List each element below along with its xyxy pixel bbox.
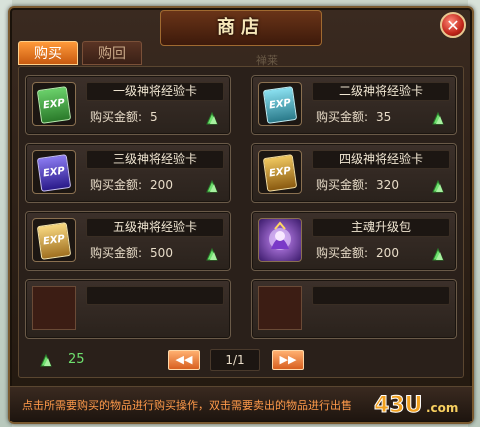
empty-card-2[interactable] <box>251 279 457 339</box>
price-value: 320 <box>376 178 399 192</box>
empty-name-field <box>312 286 450 305</box>
jade-gem-icon <box>40 353 52 367</box>
hint-bar: 点击所需要购买的物品进行购买操作，双击需要卖出的物品进行出售 43U .com <box>10 386 472 421</box>
jade-gem-icon <box>432 111 444 125</box>
price-label: 购买金额: 5 <box>90 110 158 124</box>
jade-gem-icon <box>206 179 218 193</box>
item-name: 三级神将经验卡 <box>86 150 224 169</box>
price-label: 购买金额: 200 <box>316 246 399 260</box>
item-grid-panel: EXP 一级神将经验卡 购买金额: 5 EXP 二级神将经验卡 购买金额: 35 E… <box>18 66 464 378</box>
item-card-1[interactable]: EXP 一级神将经验卡 购买金额: 5 <box>25 75 231 135</box>
item-card-5[interactable]: EXP 五级神将经验卡 购买金额: 500 <box>25 211 231 271</box>
exp-card-purple-icon: EXP <box>32 150 76 194</box>
price-label: 购买金额: 35 <box>316 110 392 124</box>
jade-gem-icon <box>206 111 218 125</box>
item-name: 一级神将经验卡 <box>86 82 224 101</box>
price-value: 35 <box>376 110 392 124</box>
shop-window: 商店 ✕ 购买 购回 禅莱 EXP 一级神将经验卡 购买金额: 5 EXP 二级神… <box>8 6 474 424</box>
price-value: 5 <box>150 110 158 124</box>
next-page-button[interactable]: ▶▶ <box>272 350 304 370</box>
tab-buyback[interactable]: 购回 <box>82 41 142 65</box>
currency-amount: 25 <box>68 352 85 367</box>
soul-package-icon <box>258 218 302 262</box>
item-name: 主魂升级包 <box>312 218 450 237</box>
exp-card-gold-icon: EXP <box>258 150 302 194</box>
item-card-4[interactable]: EXP 四级神将经验卡 购买金额: 320 <box>251 143 457 203</box>
price-label: 购买金额: 500 <box>90 246 173 260</box>
close-icon: ✕ <box>446 16 460 35</box>
window-title: 商店 <box>160 10 322 46</box>
price-value: 500 <box>150 246 173 260</box>
item-name: 五级神将经验卡 <box>86 218 224 237</box>
item-name: 二级神将经验卡 <box>312 82 450 101</box>
jade-gem-icon <box>432 179 444 193</box>
prev-page-button[interactable]: ◀◀ <box>168 350 200 370</box>
item-card-2[interactable]: EXP 二级神将经验卡 购买金额: 35 <box>251 75 457 135</box>
jade-gem-icon <box>432 247 444 261</box>
exp-card-gold-icon: EXP <box>32 218 76 262</box>
empty-name-field <box>86 286 224 305</box>
item-card-6[interactable]: 主魂升级包 购买金额: 200 <box>251 211 457 271</box>
exp-card-green-icon: EXP <box>32 82 76 126</box>
exp-card-cyan-icon: EXP <box>258 82 302 126</box>
price-value: 200 <box>376 246 399 260</box>
empty-item-slot <box>32 286 76 330</box>
empty-item-slot <box>258 286 302 330</box>
tab-buy[interactable]: 购买 <box>18 41 78 65</box>
item-name: 四级神将经验卡 <box>312 150 450 169</box>
page-indicator: 1/1 <box>210 349 260 371</box>
svg-text:43U: 43U <box>374 393 422 418</box>
svg-text:.com: .com <box>426 401 458 415</box>
site-logo: 43U .com <box>374 393 459 419</box>
hint-text: 点击所需要购买的物品进行购买操作，双击需要卖出的物品进行出售 <box>22 399 352 412</box>
jade-gem-icon <box>206 247 218 261</box>
price-value: 200 <box>150 178 173 192</box>
close-button[interactable]: ✕ <box>440 12 466 38</box>
price-label: 购买金额: 320 <box>316 178 399 192</box>
item-card-3[interactable]: EXP 三级神将经验卡 购买金额: 200 <box>25 143 231 203</box>
empty-card-1[interactable] <box>25 279 231 339</box>
price-label: 购买金额: 200 <box>90 178 173 192</box>
